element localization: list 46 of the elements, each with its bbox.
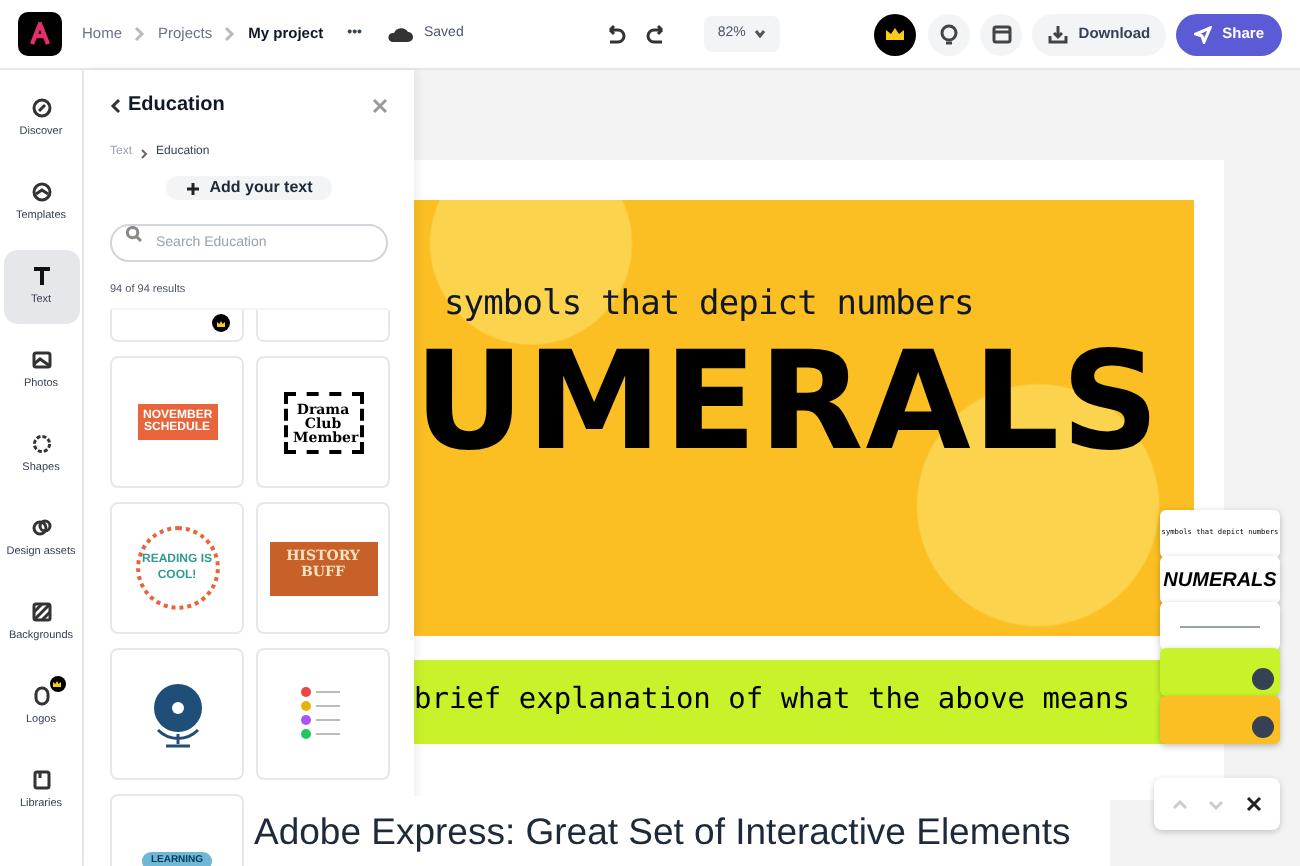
shape-icon — [31, 433, 51, 454]
premium-button[interactable] — [874, 13, 917, 55]
logo-icon — [31, 685, 51, 706]
caption-text: Adobe Express: Great Set of Interactive Elements — [250, 796, 1110, 866]
chevron-right-icon — [134, 26, 147, 42]
image-icon — [31, 349, 51, 370]
design-assets-icon — [31, 517, 51, 538]
plus-icon — [185, 181, 200, 195]
template-tile[interactable] — [110, 310, 244, 343]
chevron-right-icon — [140, 147, 149, 159]
template-tile[interactable] — [256, 648, 390, 781]
crown-icon — [216, 319, 226, 328]
send-icon — [1194, 25, 1213, 43]
schedule-button[interactable] — [980, 13, 1023, 55]
chevron-down-icon — [753, 30, 766, 38]
pattern-icon — [31, 601, 51, 622]
search-icon — [126, 225, 142, 241]
library-icon — [31, 769, 51, 790]
calendar-icon — [991, 24, 1012, 44]
undo-icon[interactable] — [603, 24, 626, 44]
page-thumbnail[interactable]: NUMERALS — [1160, 556, 1280, 604]
letter-a-logo-icon — [28, 22, 52, 46]
canvas-subtitle[interactable]: symbols that depict numbers — [444, 280, 1194, 331]
panel-title: Education — [128, 92, 225, 120]
redo-icon[interactable] — [645, 24, 668, 44]
add-text-button[interactable]: Add your text — [165, 176, 333, 200]
template-tile[interactable] — [256, 310, 390, 343]
download-icon — [1048, 24, 1069, 44]
canvas-headline[interactable]: UMERALS — [414, 331, 1194, 475]
page-thumbnail[interactable] — [1160, 602, 1280, 650]
page-thumbnail[interactable] — [1160, 696, 1280, 744]
ideas-button[interactable] — [928, 13, 971, 55]
templates-icon — [31, 181, 51, 202]
app-logo[interactable] — [18, 12, 62, 56]
chevron-right-icon — [224, 26, 237, 42]
back-chevron-icon[interactable] — [110, 97, 122, 113]
page-thumbnail[interactable] — [1160, 648, 1280, 696]
crown-icon — [52, 680, 62, 688]
text-icon — [31, 265, 51, 286]
cloud-icon — [385, 25, 414, 43]
compass-icon — [31, 97, 51, 118]
template-tile[interactable] — [110, 648, 244, 781]
band-text[interactable]: brief explanation of what the above means — [414, 680, 1130, 724]
crown-icon — [884, 26, 907, 42]
lightbulb-icon — [940, 23, 959, 45]
close-icon[interactable] — [1245, 796, 1262, 812]
